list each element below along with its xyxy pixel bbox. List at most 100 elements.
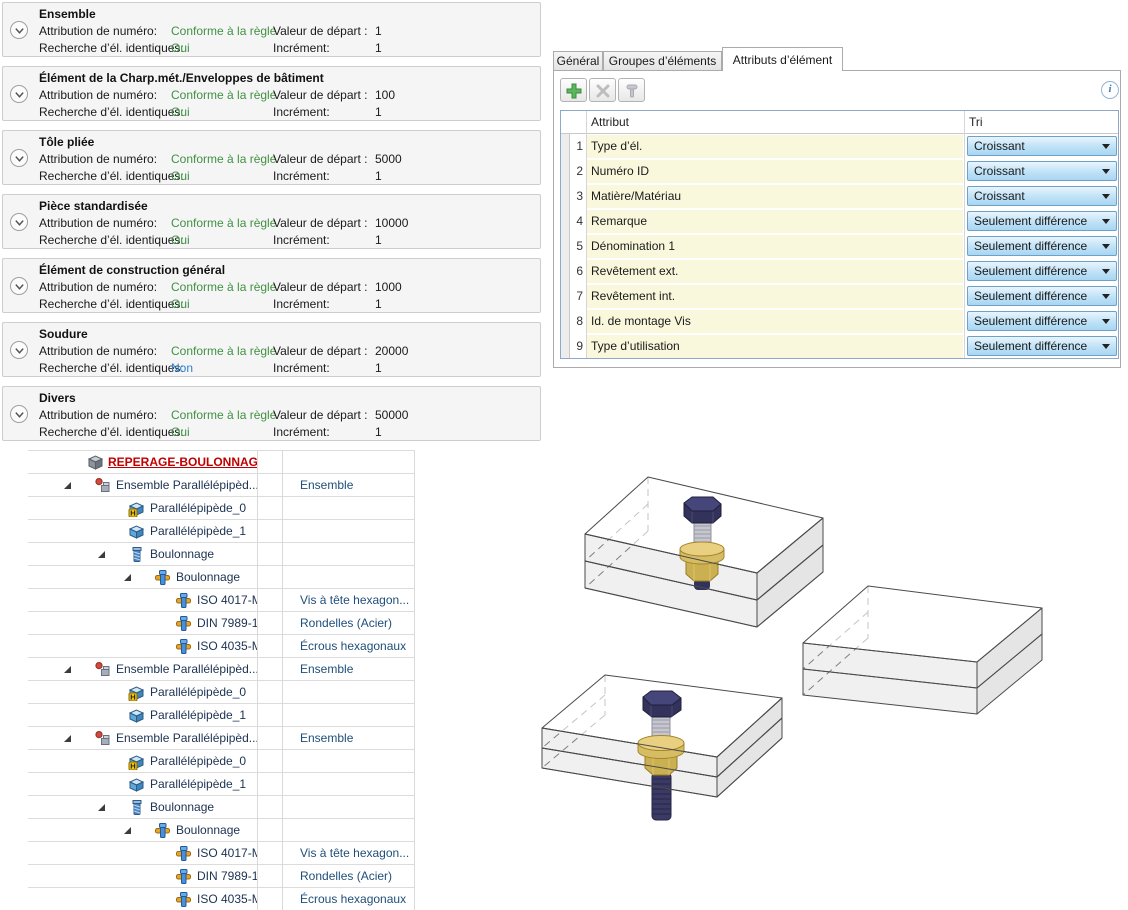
row-number[interactable]: 8 [569, 309, 583, 334]
row-number[interactable]: 7 [569, 284, 583, 309]
tree-row[interactable]: Boulonnage [28, 796, 415, 819]
tri-dropdown[interactable]: Seulement différence [967, 236, 1117, 256]
collapse-chevron-button[interactable] [10, 341, 28, 359]
threaded-shank-lower [652, 773, 671, 820]
tree-row[interactable]: ISO 4035-M12...Écrous hexagonaux [28, 888, 415, 910]
tree-row[interactable]: Boulonnage [28, 543, 415, 566]
row-number[interactable]: 4 [569, 209, 583, 234]
info-icon[interactable]: i [1101, 81, 1119, 99]
collapse-chevron-button[interactable] [10, 149, 28, 167]
tab-attributs-delement[interactable]: Attributs d’élément [722, 47, 843, 71]
tree-row[interactable]: DIN 7989-12-CRondelles (Acier) [28, 612, 415, 635]
tree-row[interactable]: ISO 4035-M12...Écrous hexagonaux [28, 635, 415, 658]
cad-application-window: EnsembleAttribution de numéro:Conforme à… [0, 0, 1128, 910]
bolt[interactable] [638, 691, 684, 820]
tree-row[interactable]: Ensemble Parallélépipèd...Ensemble [28, 658, 415, 681]
table-row: 4RemarqueSeulement différence [561, 209, 1118, 234]
attribut-cell[interactable]: Type d’utilisation [587, 335, 963, 358]
expand-arrow-icon[interactable] [98, 551, 105, 558]
expand-arrow-icon[interactable] [64, 666, 71, 673]
tree-column-divider [257, 451, 258, 910]
tri-dropdown[interactable]: Croissant [967, 161, 1117, 181]
collapse-chevron-button[interactable] [10, 213, 28, 231]
tri-dropdown[interactable]: Seulement différence [967, 261, 1117, 281]
tree-row[interactable]: REPERAGE-BOULONNAGE2 [28, 451, 415, 474]
collapse-chevron-button[interactable] [10, 405, 28, 423]
tree-item-description: Écrous hexagonaux [300, 888, 406, 910]
attribut-cell[interactable]: Dénomination 1 [587, 235, 963, 258]
row-number[interactable]: 3 [569, 184, 583, 209]
expand-arrow-icon[interactable] [124, 574, 131, 581]
tri-dropdown[interactable]: Seulement différence [967, 336, 1117, 356]
numbering-rule-panel: Élément de construction généralAttributi… [2, 258, 541, 313]
bolt-icon [154, 569, 172, 586]
row-number[interactable]: 9 [569, 334, 583, 359]
tri-dropdown[interactable]: Croissant [967, 136, 1117, 156]
tree-row[interactable]: Parallélépipède_1 [28, 704, 415, 727]
tree-item-label: Boulonnage [176, 566, 240, 588]
tri-dropdown-value: Seulement différence [974, 237, 1087, 255]
attribut-cell[interactable]: Matière/Matériau [587, 185, 963, 208]
tab-general[interactable]: Général [553, 51, 603, 70]
tool-button[interactable] [618, 78, 645, 102]
tree-row[interactable]: DIN 7989-12-CRondelles (Acier) [28, 865, 415, 888]
attribut-cell[interactable]: Revêtement int. [587, 285, 963, 308]
attribut-cell[interactable]: Type d’él. [587, 135, 963, 158]
tab-groupes-delements[interactable]: Groupes d’éléments [603, 51, 722, 70]
depart-value: 50000 [375, 407, 408, 423]
add-attribute-button[interactable] [560, 78, 587, 102]
attribut-cell[interactable]: Numéro ID [587, 160, 963, 183]
tree-row[interactable]: ISO 4017-M12...Vis à tête hexagon... [28, 589, 415, 612]
tree-row[interactable]: Boulonnage [28, 566, 415, 589]
collapse-chevron-button[interactable] [10, 21, 28, 39]
increment-label: Incrément: [273, 104, 330, 120]
plate-assembly-right[interactable] [803, 586, 1042, 714]
row-number[interactable]: 1 [569, 134, 583, 159]
attribut-cell[interactable]: Remarque [587, 210, 963, 233]
increment-label: Incrément: [273, 424, 330, 440]
tree-item-description: Rondelles (Acier) [300, 612, 392, 634]
expand-arrow-icon[interactable] [64, 735, 71, 742]
attribut-cell[interactable]: Id. de montage Vis [587, 310, 963, 333]
tree-row[interactable]: Parallélépipède_1 [28, 773, 415, 796]
expand-arrow-icon[interactable] [124, 827, 131, 834]
tree-item-label: ISO 4035-M12... [197, 635, 257, 657]
recherche-label: Recherche d’él. identiques: [39, 104, 184, 120]
plate-assembly-top-left[interactable] [585, 477, 823, 627]
tri-dropdown[interactable]: Seulement différence [967, 311, 1117, 331]
depart-label: Valeur de départ : [273, 23, 368, 39]
tri-dropdown-value: Seulement différence [974, 262, 1087, 280]
tri-dropdown[interactable]: Seulement différence [967, 286, 1117, 306]
attribut-cell[interactable]: Revêtement ext. [587, 260, 963, 283]
delete-attribute-button[interactable] [589, 78, 616, 102]
row-number[interactable]: 6 [569, 259, 583, 284]
tree-row[interactable]: HParallélépipède_0 [28, 750, 415, 773]
tree-item-label: Parallélépipède_1 [150, 520, 246, 542]
plates[interactable] [803, 586, 1042, 714]
tri-dropdown[interactable]: Seulement différence [967, 211, 1117, 231]
collapse-chevron-button[interactable] [10, 85, 28, 103]
tree-row[interactable]: Boulonnage [28, 819, 415, 842]
expand-arrow-icon[interactable] [64, 482, 71, 489]
tree-row[interactable]: Ensemble Parallélépipèd...Ensemble [28, 727, 415, 750]
tree-row[interactable]: Ensemble Parallélépipèd...Ensemble [28, 474, 415, 497]
tree-item-label: Ensemble Parallélépipèd... [116, 658, 257, 680]
recherche-label: Recherche d’él. identiques: [39, 168, 184, 184]
tree-row[interactable]: Parallélépipède_1 [28, 520, 415, 543]
plate-assembly-bottom-left[interactable] [542, 675, 782, 820]
attribution-value: Conforme à la règle [171, 343, 276, 359]
tree-row[interactable]: HParallélépipède_0 [28, 681, 415, 704]
tri-dropdown[interactable]: Croissant [967, 186, 1117, 206]
3d-viewport[interactable] [430, 440, 1128, 910]
tree-row[interactable]: HParallélépipède_0 [28, 497, 415, 520]
tree-row[interactable]: ISO 4017-M12...Vis à tête hexagon... [28, 842, 415, 865]
depart-label: Valeur de départ : [273, 215, 368, 231]
row-number[interactable]: 5 [569, 234, 583, 259]
row-number[interactable]: 2 [569, 159, 583, 184]
collapse-chevron-button[interactable] [10, 277, 28, 295]
table-row: 2Numéro IDCroissant [561, 159, 1118, 184]
expand-arrow-icon[interactable] [98, 804, 105, 811]
recherche-label: Recherche d’él. identiques: [39, 40, 184, 56]
tree-item-label: Boulonnage [176, 819, 240, 841]
numbering-rule-panel: DiversAttribution de numéro:Conforme à l… [2, 386, 541, 441]
